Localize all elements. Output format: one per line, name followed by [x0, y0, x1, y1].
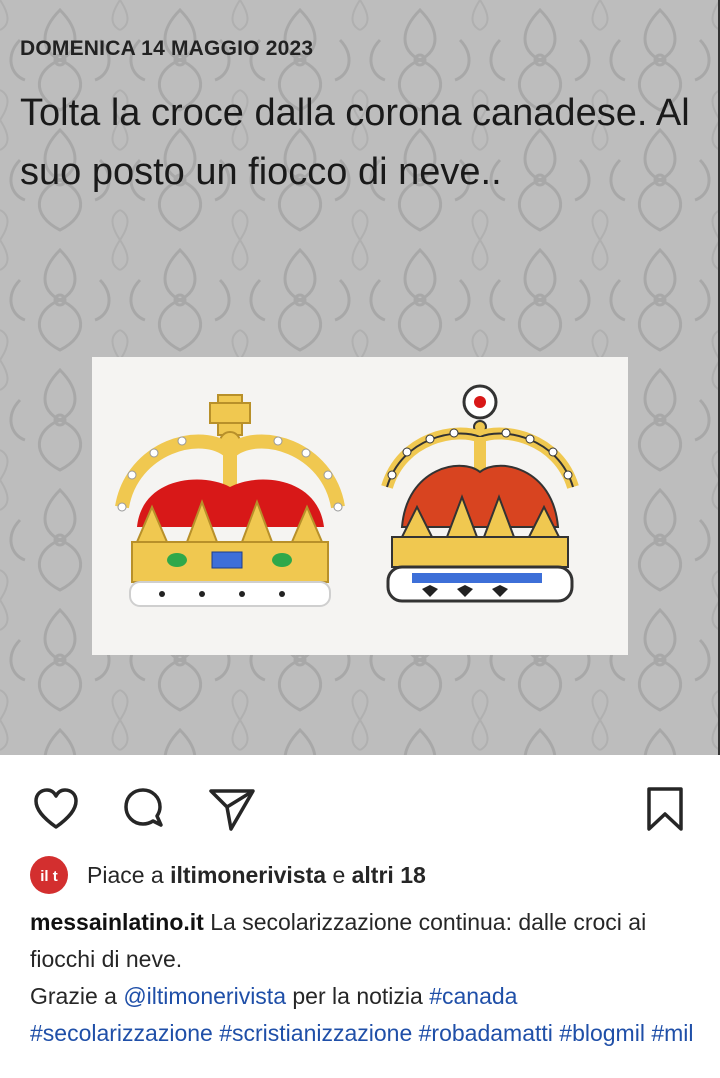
likes-conjunction: e — [332, 861, 346, 888]
likes-prefix: Piace a — [87, 861, 164, 888]
caption-thanks: Grazie a — [30, 983, 117, 1009]
post-caption: messainlatino.it La secolarizzazione con… — [30, 904, 700, 1052]
post-date: DOMENICA 14 MAGGIO 2023 — [20, 37, 314, 60]
likes-summary[interactable]: il t Piace a iltimonerivista e altri 18 — [30, 856, 426, 894]
send-icon — [209, 789, 255, 831]
hashtag[interactable]: #blogmil — [559, 1020, 645, 1046]
liker-avatar[interactable]: il t — [30, 856, 68, 894]
crown-image-panel — [92, 357, 628, 655]
hashtag[interactable]: #secolarizzazione — [30, 1020, 213, 1046]
heart-icon — [34, 788, 78, 829]
post-headline: Tolta la croce dalla corona canadese. Al… — [20, 92, 690, 193]
hashtag[interactable]: #robadamatti — [419, 1020, 553, 1046]
crown-with-snowflake-icon — [381, 384, 579, 603]
caption-text-2: per la notizia — [292, 983, 423, 1009]
likes-others-link[interactable]: altri 18 — [352, 862, 426, 889]
likes-user-link[interactable]: iltimonerivista — [170, 862, 326, 889]
caption-username[interactable]: messainlatino.it — [30, 909, 204, 935]
crown-with-cross-icon — [115, 394, 345, 607]
comment-button[interactable] — [118, 783, 170, 835]
hashtag[interactable]: #scristianizzazione — [219, 1020, 412, 1046]
share-button[interactable] — [204, 783, 260, 835]
caption-mention[interactable]: @iltimonerivista — [123, 983, 286, 1009]
avatar-text: il t — [40, 868, 58, 885]
hashtag[interactable]: #mil — [651, 1020, 693, 1046]
bookmark-icon — [647, 787, 683, 831]
post-image[interactable]: DOMENICA 14 MAGGIO 2023 Tolta la croce d… — [0, 0, 720, 755]
post-actions-bar — [0, 755, 720, 855]
like-button[interactable] — [30, 783, 82, 835]
save-button[interactable] — [640, 781, 690, 837]
comment-icon — [124, 788, 163, 827]
hashtag[interactable]: #canada — [429, 983, 517, 1009]
